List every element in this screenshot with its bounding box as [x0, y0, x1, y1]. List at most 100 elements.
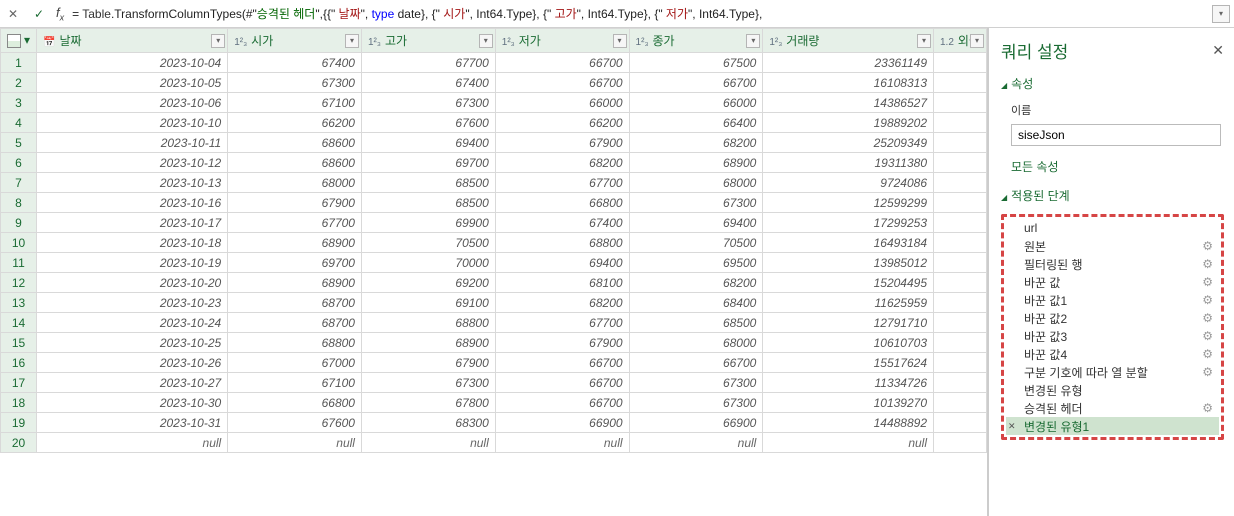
row-number[interactable]: 3: [1, 93, 37, 113]
cell[interactable]: 66700: [495, 373, 629, 393]
table-row[interactable]: 182023-10-306680067800667006730010139270: [1, 393, 987, 413]
cell[interactable]: 69200: [361, 273, 495, 293]
row-number[interactable]: 13: [1, 293, 37, 313]
cell[interactable]: 68000: [629, 333, 763, 353]
row-number[interactable]: 2: [1, 73, 37, 93]
table-row[interactable]: 72023-10-13680006850067700680009724086: [1, 173, 987, 193]
filter-icon[interactable]: ▾: [746, 34, 760, 48]
column-header[interactable]: 1²₃종가▾: [629, 29, 763, 53]
cell[interactable]: 67300: [361, 373, 495, 393]
table-row[interactable]: 42023-10-106620067600662006640019889202: [1, 113, 987, 133]
cell[interactable]: 2023-10-30: [37, 393, 228, 413]
cell[interactable]: [934, 313, 987, 333]
cell[interactable]: 68600: [228, 133, 362, 153]
cell[interactable]: 2023-10-31: [37, 413, 228, 433]
column-header[interactable]: 1²₃고가▾: [361, 29, 495, 53]
cell[interactable]: 68900: [228, 233, 362, 253]
cell[interactable]: 2023-10-10: [37, 113, 228, 133]
cell[interactable]: 68400: [629, 293, 763, 313]
all-properties-link[interactable]: 모든 속성: [1011, 158, 1224, 175]
table-row[interactable]: 172023-10-276710067300667006730011334726: [1, 373, 987, 393]
cell[interactable]: [934, 93, 987, 113]
cell[interactable]: [934, 333, 987, 353]
cell[interactable]: 16493184: [763, 233, 934, 253]
filter-icon[interactable]: ▾: [479, 34, 493, 48]
table-row[interactable]: 192023-10-316760068300669006690014488892: [1, 413, 987, 433]
cell[interactable]: 67700: [495, 173, 629, 193]
cell[interactable]: 67600: [228, 413, 362, 433]
gear-icon[interactable]: ⚙: [1202, 257, 1213, 271]
table-row[interactable]: 122023-10-206890069200681006820015204495: [1, 273, 987, 293]
cell[interactable]: [934, 173, 987, 193]
cell[interactable]: 66800: [228, 393, 362, 413]
cell[interactable]: 68800: [228, 333, 362, 353]
cell[interactable]: 19889202: [763, 113, 934, 133]
column-header[interactable]: 1²₃저가▾: [495, 29, 629, 53]
formula-expand-icon[interactable]: ▾: [1212, 5, 1230, 23]
table-row[interactable]: 152023-10-256880068900679006800010610703: [1, 333, 987, 353]
cell[interactable]: 2023-10-12: [37, 153, 228, 173]
row-number[interactable]: 8: [1, 193, 37, 213]
cell[interactable]: 2023-10-25: [37, 333, 228, 353]
cell[interactable]: 67600: [361, 113, 495, 133]
table-row[interactable]: 112023-10-196970070000694006950013985012: [1, 253, 987, 273]
cell[interactable]: null: [763, 433, 934, 453]
row-number[interactable]: 10: [1, 233, 37, 253]
filter-icon[interactable]: ▾: [917, 34, 931, 48]
applied-step[interactable]: 승격된 헤더⚙: [1006, 399, 1219, 417]
cell[interactable]: 19311380: [763, 153, 934, 173]
cell[interactable]: [934, 273, 987, 293]
cell[interactable]: 68500: [361, 173, 495, 193]
cell[interactable]: [934, 153, 987, 173]
cell[interactable]: [934, 253, 987, 273]
cell[interactable]: null: [228, 433, 362, 453]
applied-step[interactable]: 바꾼 값2⚙: [1006, 309, 1219, 327]
cell[interactable]: 2023-10-18: [37, 233, 228, 253]
cell[interactable]: [934, 53, 987, 73]
row-number[interactable]: 5: [1, 133, 37, 153]
applied-step[interactable]: 바꾼 값⚙: [1006, 273, 1219, 291]
cell[interactable]: [934, 113, 987, 133]
cell[interactable]: 67900: [361, 353, 495, 373]
cell[interactable]: 70000: [361, 253, 495, 273]
cell[interactable]: 68000: [629, 173, 763, 193]
cell[interactable]: 2023-10-11: [37, 133, 228, 153]
table-row[interactable]: 62023-10-126860069700682006890019311380: [1, 153, 987, 173]
cell[interactable]: 69400: [495, 253, 629, 273]
cell[interactable]: 10610703: [763, 333, 934, 353]
table-row[interactable]: 102023-10-186890070500688007050016493184: [1, 233, 987, 253]
cell[interactable]: 68900: [228, 273, 362, 293]
cell[interactable]: [934, 133, 987, 153]
cell[interactable]: 67400: [495, 213, 629, 233]
fx-icon[interactable]: fx: [56, 5, 64, 23]
cell[interactable]: 68800: [361, 313, 495, 333]
applied-step[interactable]: 바꾼 값3⚙: [1006, 327, 1219, 345]
cell[interactable]: 68100: [495, 273, 629, 293]
cell[interactable]: 66700: [629, 353, 763, 373]
cell[interactable]: null: [629, 433, 763, 453]
gear-icon[interactable]: ⚙: [1202, 275, 1213, 289]
cell[interactable]: 67400: [228, 53, 362, 73]
cell[interactable]: 68300: [361, 413, 495, 433]
cell[interactable]: [934, 433, 987, 453]
table-row[interactable]: 32023-10-066710067300660006600014386527: [1, 93, 987, 113]
cell[interactable]: 66000: [629, 93, 763, 113]
cell[interactable]: 67700: [228, 213, 362, 233]
cell[interactable]: 14386527: [763, 93, 934, 113]
table-row[interactable]: 82023-10-166790068500668006730012599299: [1, 193, 987, 213]
cell[interactable]: 2023-10-17: [37, 213, 228, 233]
row-number[interactable]: 14: [1, 313, 37, 333]
table-row[interactable]: 132023-10-236870069100682006840011625959: [1, 293, 987, 313]
table-icon-header[interactable]: ▾: [1, 29, 37, 53]
cell[interactable]: 67100: [228, 373, 362, 393]
cell[interactable]: 2023-10-16: [37, 193, 228, 213]
cell[interactable]: 2023-10-20: [37, 273, 228, 293]
cell[interactable]: 66000: [495, 93, 629, 113]
cell[interactable]: 68900: [361, 333, 495, 353]
cell[interactable]: 2023-10-24: [37, 313, 228, 333]
cell[interactable]: 15517624: [763, 353, 934, 373]
table-row[interactable]: 142023-10-246870068800677006850012791710: [1, 313, 987, 333]
row-number[interactable]: 17: [1, 373, 37, 393]
cell[interactable]: 68700: [228, 313, 362, 333]
cell[interactable]: 68600: [228, 153, 362, 173]
